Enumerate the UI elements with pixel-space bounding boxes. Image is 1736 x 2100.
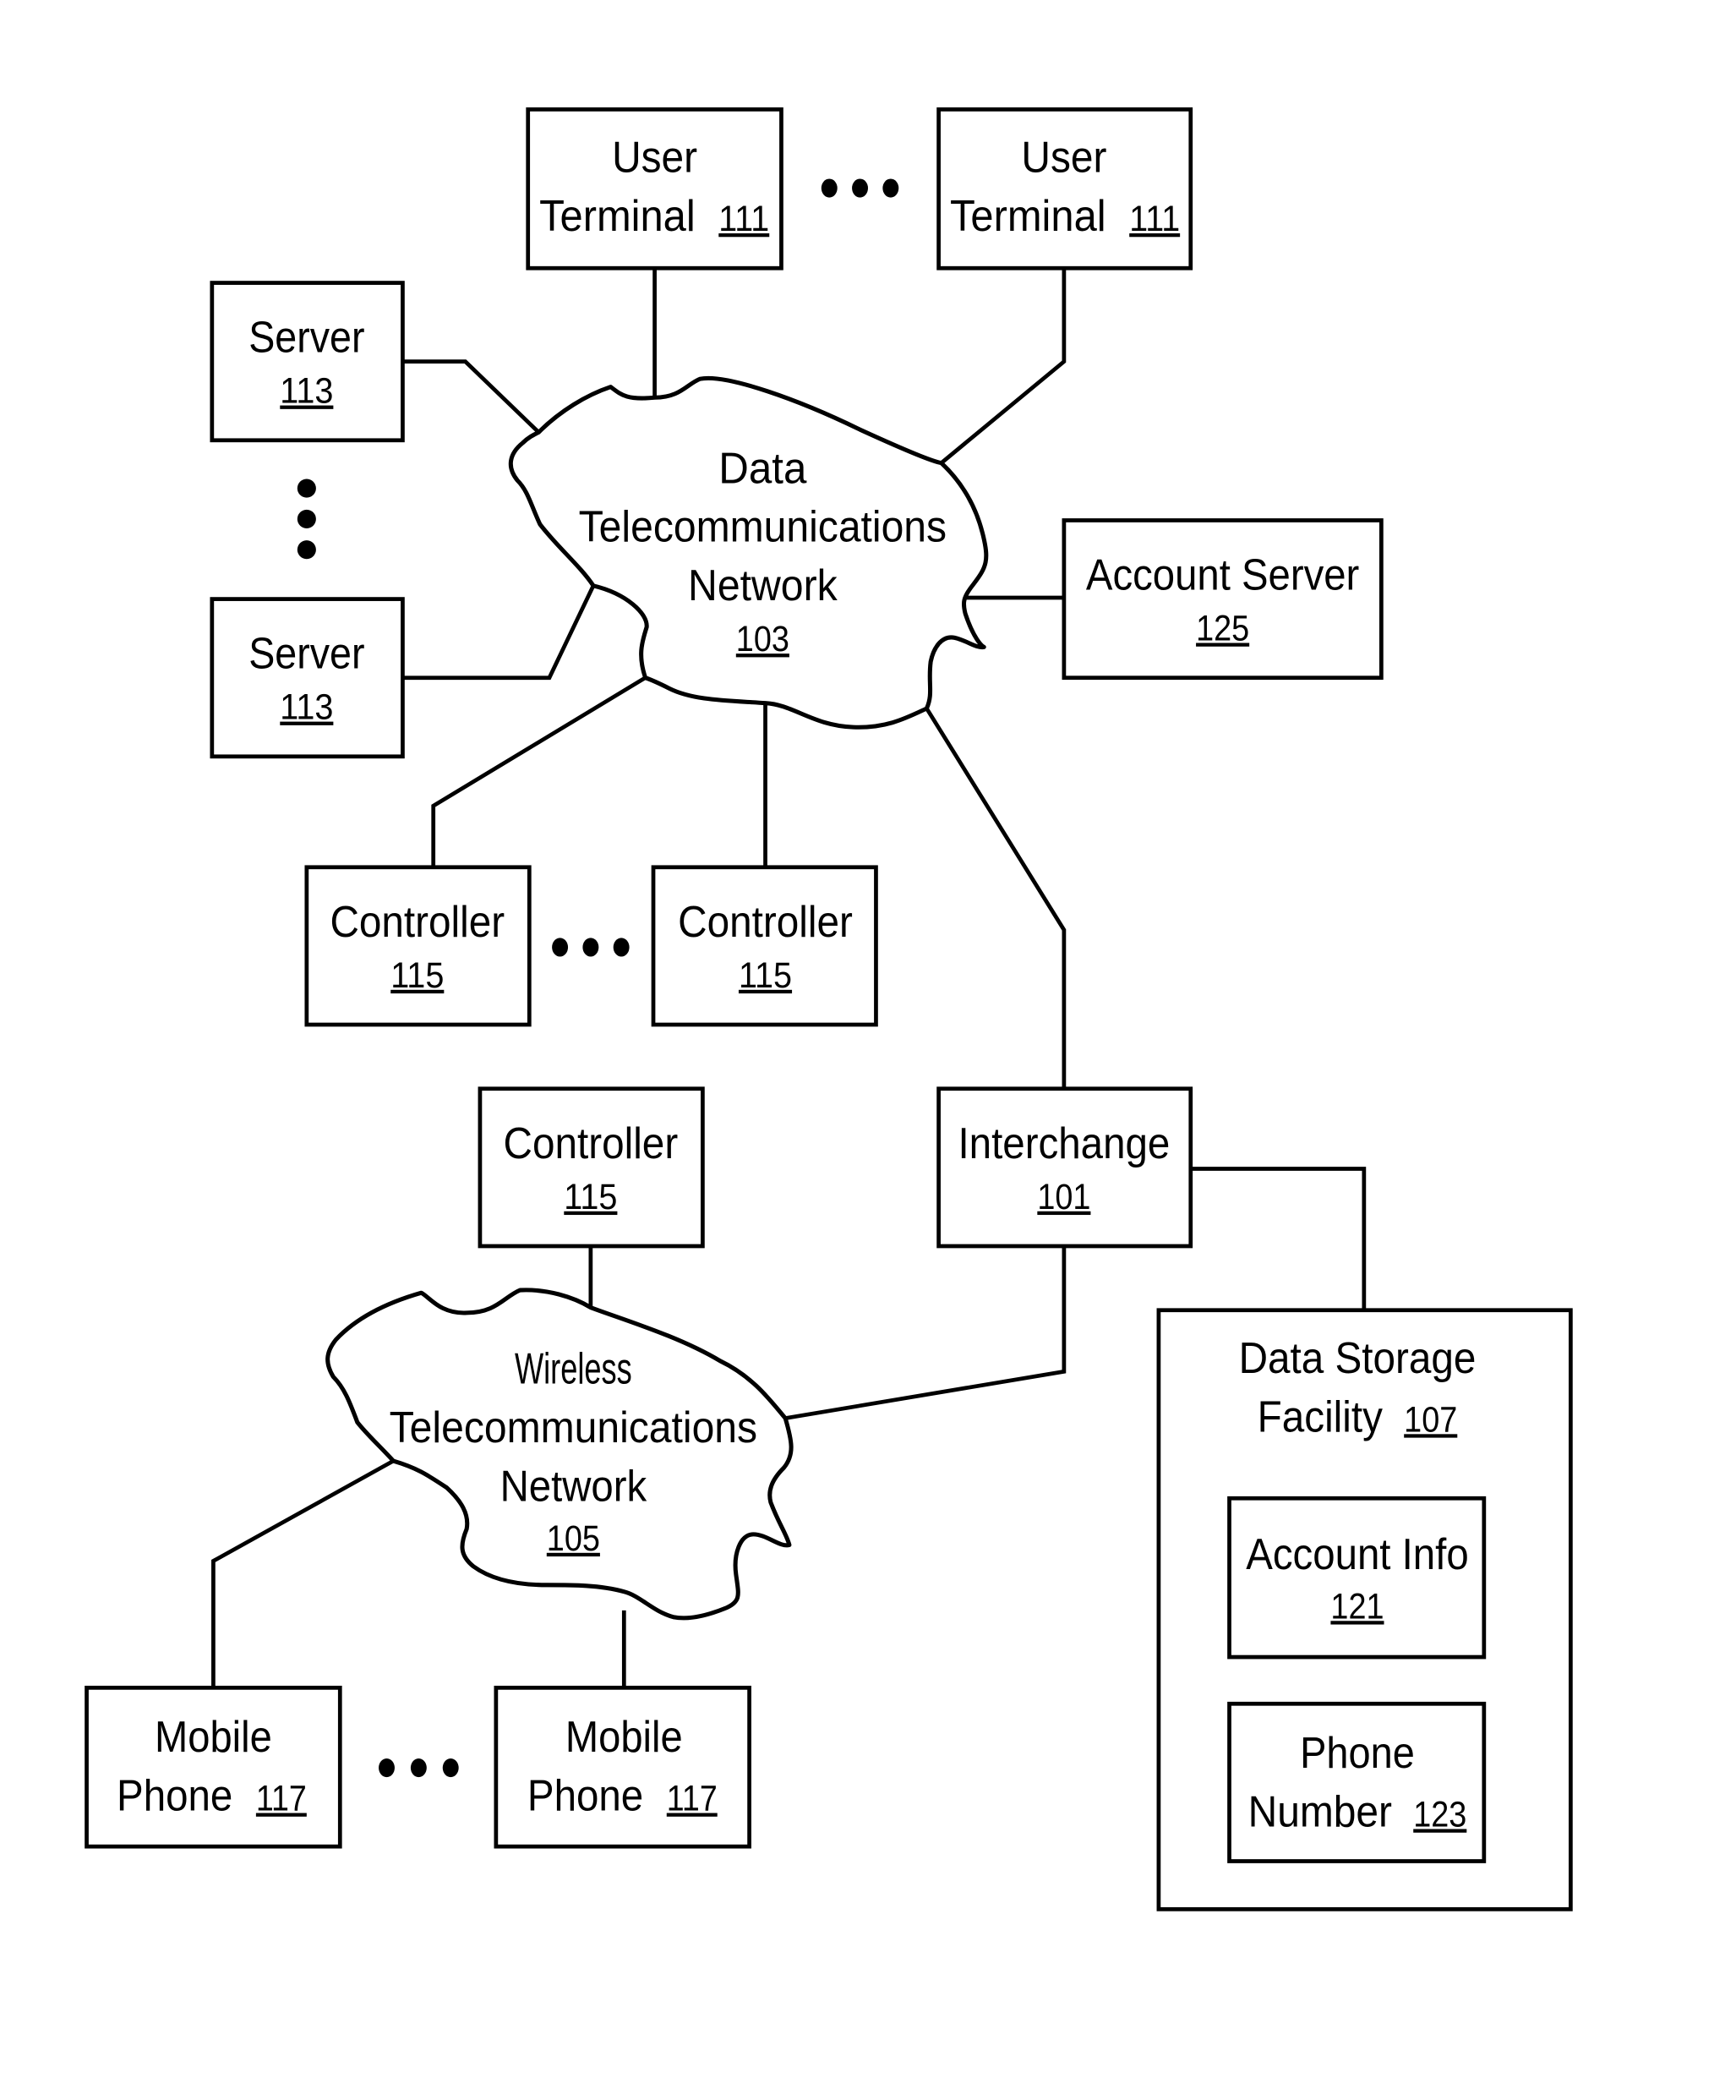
- account-info-label: Account Info: [1246, 1530, 1468, 1579]
- user-terminal-1-label-line-2: Terminal: [539, 192, 696, 241]
- data-storage-ref-number: 107: [1404, 1399, 1457, 1440]
- edge-server-2-to-data-network: [402, 584, 596, 681]
- edge-user-terminal-2-to-data-network: [940, 268, 1067, 465]
- mobile-phone-1-label-line-1: Mobile: [155, 1713, 272, 1762]
- box-outline: [85, 1685, 342, 1849]
- ellipsis-dot: [379, 1758, 395, 1778]
- ellipsis-dot: [297, 509, 316, 528]
- mobile-phone-1-ref-number: 117: [256, 1779, 307, 1819]
- ellipsis-dot: [882, 178, 899, 198]
- server-1-box[interactable]: Server 113: [210, 281, 405, 443]
- phone-number-box[interactable]: Phone Number 123: [1227, 1701, 1487, 1863]
- server-1-label: Server: [248, 314, 364, 363]
- mobile-phone-2-label-line-2: Phone: [527, 1772, 643, 1821]
- account-server-ref-number: 125: [1196, 609, 1249, 649]
- controller-2-ref-number: 115: [739, 955, 792, 996]
- mobile-phone-1-label-line-2: Phone: [117, 1772, 232, 1821]
- controller-3-label: Controller: [504, 1119, 679, 1168]
- interchange-ref-number: 101: [1037, 1177, 1090, 1217]
- ellipsis-user-terminals: [821, 178, 899, 198]
- network-diagram: Data Telecommunications Network 103 Wire…: [85, 107, 1573, 1911]
- server-1-ref-number: 113: [280, 371, 333, 412]
- controller-3-ref-number: 115: [564, 1177, 617, 1217]
- data-storage-label-line-1: Data Storage: [1239, 1334, 1477, 1383]
- mobile-phone-2-label-line-1: Mobile: [565, 1713, 683, 1762]
- account-server-box[interactable]: Account Server 125: [1062, 518, 1384, 681]
- data-storage-label-line-2: Facility: [1258, 1392, 1383, 1441]
- interchange-box[interactable]: Interchange 101: [936, 1086, 1193, 1249]
- data-network-label-line-2: Telecommunications: [579, 503, 947, 552]
- data-network-label-line-3: Network: [688, 561, 838, 610]
- edge-controller-1-to-data-network: [431, 675, 647, 867]
- user-terminal-1-label-line-1: User: [612, 134, 697, 183]
- edge-server-1-to-data-network: [402, 359, 540, 435]
- box-outline: [494, 1685, 751, 1849]
- ellipsis-dot: [297, 540, 316, 560]
- data-network-ref-number: 103: [736, 619, 789, 659]
- user-terminal-1-box[interactable]: User Terminal 111: [526, 107, 783, 271]
- ellipsis-dot: [442, 1758, 459, 1778]
- ellipsis-dot: [852, 178, 868, 198]
- user-terminal-2-label-line-2: Terminal: [950, 192, 1106, 241]
- wireless-network-label-line-2: Telecommunications: [390, 1403, 757, 1452]
- data-storage-facility-box[interactable]: Data Storage Facility 107 Account Info 1…: [1156, 1308, 1573, 1911]
- controller-2-box[interactable]: Controller 115: [651, 865, 878, 1027]
- wireless-network-ref-number: 105: [547, 1518, 600, 1559]
- ellipsis-dot: [297, 479, 316, 498]
- ellipsis-mobile-phones: [379, 1758, 459, 1778]
- wireless-network-cloud[interactable]: Wireless Telecommunications Network 105: [325, 1288, 794, 1621]
- controller-1-label: Controller: [330, 898, 505, 947]
- controller-1-ref-number: 115: [390, 955, 444, 996]
- user-terminal-1-ref-number: 111: [718, 199, 769, 239]
- ellipsis-dot: [410, 1758, 427, 1778]
- ellipsis-dot: [582, 938, 599, 957]
- ellipsis-dot: [552, 938, 569, 957]
- phone-number-ref-number: 123: [1413, 1794, 1466, 1835]
- server-2-box[interactable]: Server 113: [210, 597, 405, 759]
- cloud-outline: [508, 375, 989, 730]
- account-info-box[interactable]: Account Info 121: [1227, 1496, 1487, 1660]
- server-2-label: Server: [248, 630, 364, 679]
- data-network-label-line-1: Data: [718, 444, 806, 493]
- edge-interchange-to-data-network: [925, 707, 1067, 1089]
- mobile-phone-2-ref-number: 117: [667, 1779, 718, 1819]
- ellipsis-dot: [821, 178, 838, 198]
- edge-mobile-phone-1-to-wireless-network: [211, 1458, 395, 1688]
- wireless-network-label-line-1: Wireless: [515, 1345, 632, 1394]
- cloud-outline: [325, 1288, 794, 1621]
- box-outline: [1227, 1701, 1487, 1863]
- controller-1-box[interactable]: Controller 115: [304, 865, 532, 1027]
- wireless-network-label-line-3: Network: [500, 1462, 647, 1511]
- phone-number-label-line-2: Number: [1248, 1787, 1392, 1836]
- ellipsis-controllers: [552, 938, 630, 957]
- interchange-label: Interchange: [958, 1119, 1170, 1168]
- data-network-cloud[interactable]: Data Telecommunications Network 103: [508, 375, 989, 730]
- mobile-phone-2-box[interactable]: Mobile Phone 117: [494, 1685, 751, 1849]
- controller-3-box[interactable]: Controller 115: [478, 1086, 705, 1249]
- ellipsis-servers: [297, 479, 316, 560]
- controller-2-label: Controller: [678, 898, 853, 947]
- account-info-ref-number: 121: [1330, 1586, 1384, 1627]
- mobile-phone-1-box[interactable]: Mobile Phone 117: [85, 1685, 342, 1849]
- account-server-label: Account Server: [1086, 551, 1359, 600]
- user-terminal-2-label-line-1: User: [1021, 134, 1106, 183]
- user-terminal-2-box[interactable]: User Terminal 111: [936, 107, 1193, 271]
- server-2-ref-number: 113: [280, 687, 333, 728]
- user-terminal-2-ref-number: 111: [1129, 199, 1180, 239]
- edge-interchange-to-data-storage: [1190, 1167, 1367, 1310]
- ellipsis-dot: [613, 938, 630, 957]
- phone-number-label-line-1: Phone: [1300, 1729, 1415, 1778]
- edge-interchange-to-wireless-network: [784, 1245, 1067, 1420]
